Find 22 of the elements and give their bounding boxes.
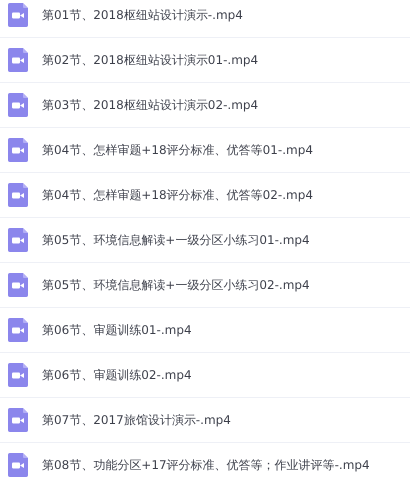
file-name[interactable]: 第06节、审题训练01-.mp4 [42, 322, 192, 338]
video-file-icon [8, 408, 28, 432]
video-file-icon [8, 3, 28, 27]
video-file-icon [8, 183, 28, 207]
file-name[interactable]: 第01节、2018枢纽站设计演示-.mp4 [42, 6, 243, 24]
video-file-icon [8, 138, 28, 162]
video-file-icon [8, 48, 28, 72]
video-file-icon [8, 228, 28, 252]
file-name[interactable]: 第03节、2018枢纽站设计演示02-.mp4 [42, 96, 258, 114]
file-name[interactable]: 第05节、环境信息解读+一级分区小练习01-.mp4 [42, 232, 310, 248]
video-file-icon [8, 273, 28, 297]
file-name[interactable]: 第07节、2017旅馆设计演示-.mp4 [42, 412, 231, 428]
file-name[interactable]: 第08节、功能分区+17评分标准、优答等；作业讲评等-.mp4 [42, 456, 370, 474]
video-file-icon [8, 363, 28, 387]
file-name[interactable]: 第05节、环境信息解读+一级分区小练习02-.mp4 [42, 276, 310, 294]
file-name[interactable]: 第06节、审题训练02-.mp4 [42, 366, 192, 384]
file-name[interactable]: 第02节、2018枢纽站设计演示01-.mp4 [42, 52, 258, 68]
video-file-icon [8, 93, 28, 117]
video-file-icon [8, 318, 28, 342]
file-name[interactable]: 第04节、怎样审题+18评分标准、优答等01-.mp4 [42, 142, 313, 158]
video-file-icon [8, 453, 28, 477]
file-name[interactable]: 第04节、怎样审题+18评分标准、优答等02-.mp4 [42, 186, 313, 204]
